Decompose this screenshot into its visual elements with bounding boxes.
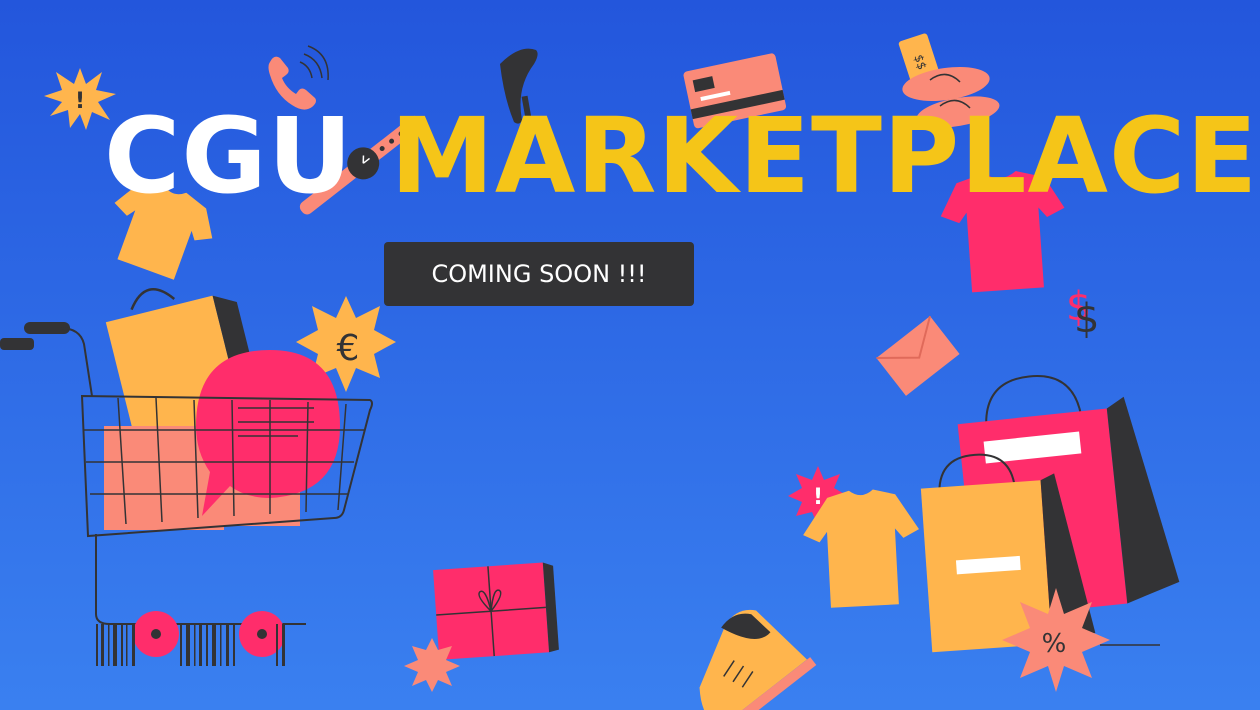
dollar-icon: $ $ (1066, 284, 1099, 342)
gift-box-icon (433, 562, 559, 660)
euro-sign: € (337, 328, 360, 369)
coming-soon-button[interactable]: COMING SOON !!! (384, 242, 694, 306)
percent-sign: % (1042, 629, 1067, 659)
exclaim-mark-2: ! (813, 485, 823, 510)
envelope-icon (876, 315, 960, 396)
landing-page: ! $$ $ $ € ! % CGU MARKETPLACE COMING SO… (0, 0, 1260, 710)
title-cgu: CGU (104, 95, 354, 217)
dollar-dark: $ (1074, 296, 1099, 342)
page-title: CGU MARKETPLACE (104, 96, 1258, 216)
exclaim-mark-1: ! (75, 89, 85, 114)
shoe-icon (699, 609, 817, 710)
shopping-cart-icon (0, 288, 373, 657)
title-marketplace: MARKETPLACE (390, 95, 1259, 217)
